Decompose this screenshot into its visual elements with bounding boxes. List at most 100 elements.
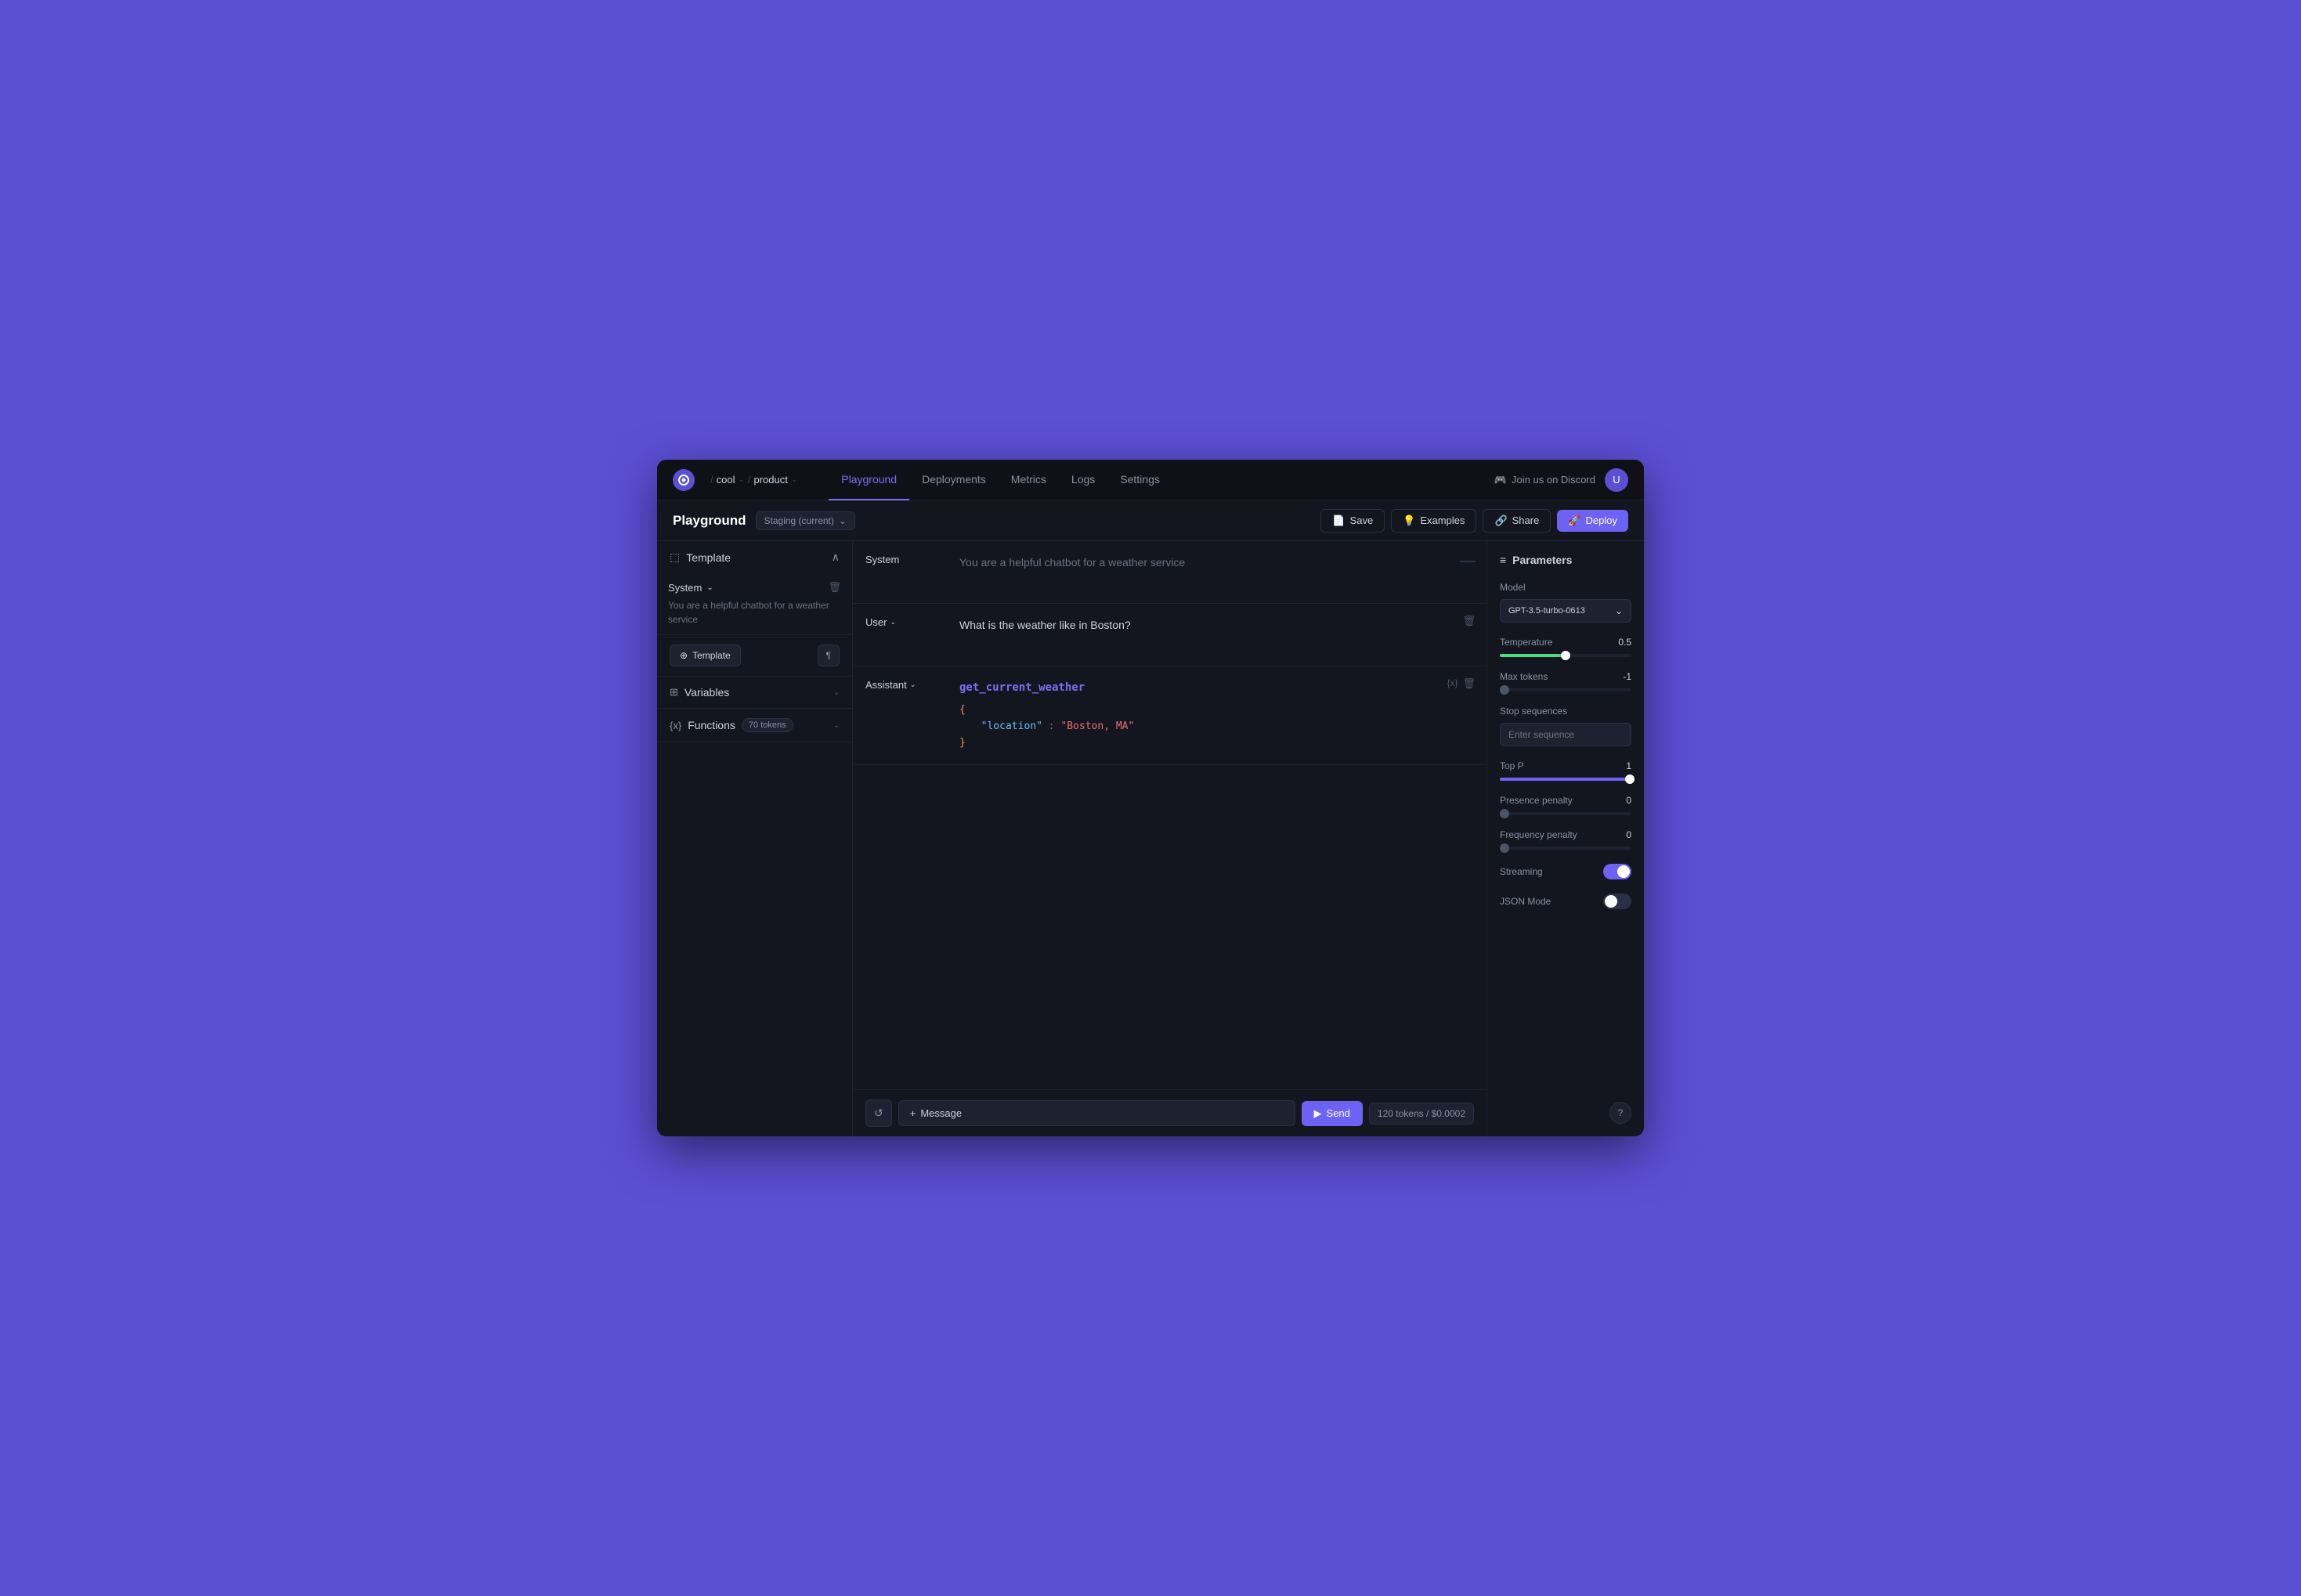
top-p-fill [1500,778,1631,781]
main-layout: ⬚ Template ∧ System ⌄ 🗑 You are a helpfu… [657,541,1644,1136]
chevron-up-icon: ∧ [832,551,840,564]
examples-button[interactable]: 💡 Examples [1391,509,1476,533]
token-counter: 120 tokens / $0.0002 [1369,1103,1474,1125]
delete-system-icon[interactable]: 🗑 [828,581,841,594]
delete-assistant-message-icon[interactable]: 🗑 [1462,677,1476,690]
breadcrumb-project[interactable]: product ⌄ [754,474,798,486]
send-button[interactable]: ▶ Send [1302,1101,1363,1126]
temperature-slider[interactable] [1500,654,1631,657]
json-mode-label: JSON Mode [1500,896,1551,907]
temperature-label: Temperature 0.5 [1500,637,1631,648]
function-name: get_current_weather [959,679,1085,696]
avatar[interactable]: U [1605,468,1628,492]
separator-icon: — [1460,552,1476,570]
send-icon: ▶ [1314,1107,1322,1120]
system-message-content[interactable]: You are a helpful chatbot for a weather … [947,541,1449,603]
tab-metrics[interactable]: Metrics [999,460,1059,500]
share-icon: 🔗 [1494,515,1507,527]
frequency-penalty-value: 0 [1626,829,1631,840]
stop-sequence-input[interactable] [1500,723,1631,746]
system-title: System ⌄ 🗑 [668,581,841,594]
json-mode-toggle-dot [1605,895,1617,908]
open-brace: { [959,704,966,716]
max-tokens-label: Max tokens -1 [1500,671,1631,682]
history-button[interactable]: ↺ [865,1100,892,1127]
variables-row[interactable]: ⊞ Variables ⌄ [657,677,852,709]
assistant-role: Assistant ⌄ [853,666,947,764]
template-section-header[interactable]: ⬚ Template ∧ [657,541,852,573]
max-tokens-thumb [1500,685,1509,695]
deploy-button[interactable]: 🚀 Deploy [1557,510,1628,532]
user-message-actions: 🗑 [1451,604,1486,666]
top-nav: / cool ⌄ / product ⌄ Playground Deployme… [657,460,1644,500]
system-label[interactable]: System ⌄ [668,582,713,594]
user-message-block: User ⌄ What is the weather like in Bosto… [853,604,1486,666]
tab-logs[interactable]: Logs [1059,460,1107,500]
assistant-role-label[interactable]: Assistant ⌄ [865,679,916,691]
tab-deployments[interactable]: Deployments [909,460,999,500]
streaming-toggle-dot [1617,865,1630,878]
model-param-group: Model GPT-3.5-turbo-0613 ⌄ [1500,582,1631,623]
system-role-label: System [865,554,899,565]
save-icon: 📄 [1332,515,1345,527]
paragraph-button[interactable]: ¶ [818,645,840,666]
stop-sequences-label: Stop sequences [1500,706,1631,717]
functions-row[interactable]: {x} Functions 70 tokens ⌄ [657,709,852,742]
streaming-param-group: Streaming [1500,864,1631,879]
sub-header: Playground Staging (current) ⌄ 📄 Save 💡 … [657,500,1644,541]
chevron-down-icon-2: ⌄ [791,475,797,484]
top-p-label: Top P 1 [1500,760,1631,771]
empty-chat-area[interactable] [853,765,1486,922]
model-select[interactable]: GPT-3.5-turbo-0613 ⌄ [1500,599,1631,623]
presence-penalty-slider[interactable] [1500,812,1631,815]
examples-icon: 💡 [1403,515,1415,527]
staging-dropdown[interactable]: Staging (current) ⌄ [756,511,855,530]
plus-circle-icon: ⊕ [680,650,688,661]
close-brace: } [959,737,966,749]
tab-settings[interactable]: Settings [1107,460,1172,500]
temperature-param-group: Temperature 0.5 [1500,637,1631,657]
app-logo[interactable] [673,469,695,491]
share-button[interactable]: 🔗 Share [1483,509,1551,533]
json-mode-toggle-row: JSON Mode [1500,894,1631,909]
help-button[interactable]: ? [1609,1102,1631,1124]
system-message-actions: — [1449,541,1486,603]
top-p-slider[interactable] [1500,778,1631,781]
system-block: System ⌄ 🗑 You are a helpful chatbot for… [657,573,852,634]
breadcrumb: / cool ⌄ / product ⌄ [710,474,797,486]
delete-user-message-icon[interactable]: 🗑 [1462,615,1476,627]
template-section: ⬚ Template ∧ System ⌄ 🗑 You are a helpfu… [657,541,852,635]
assistant-message-content[interactable]: get_current_weather { "location" : "Bost… [947,666,1436,764]
variable-icon[interactable]: {x} [1447,677,1458,688]
plus-icon: + [910,1107,916,1119]
save-button[interactable]: 📄 Save [1320,509,1385,533]
discord-button[interactable]: 🎮 Join us on Discord [1494,474,1595,486]
left-panel: ⬚ Template ∧ System ⌄ 🗑 You are a helpfu… [657,541,853,1136]
max-tokens-slider[interactable] [1500,688,1631,691]
user-role-label[interactable]: User ⌄ [865,616,896,628]
chevron-down-icon-7: ⌄ [890,618,896,626]
template-btn-area: ⊕ Template ¶ [657,635,852,677]
max-tokens-value: -1 [1623,671,1631,682]
system-message-block: System You are a helpful chatbot for a w… [853,541,1486,604]
streaming-toggle[interactable] [1603,864,1631,879]
presence-penalty-thumb [1500,809,1509,818]
chevron-down-icon-8: ⌄ [910,681,916,689]
chevron-down-icon-6: ⌄ [833,721,840,730]
variables-icon: ⊞ [670,686,678,699]
chevron-down-icon: ⌄ [738,475,744,484]
token-badge: 70 tokens [742,718,793,732]
json-mode-toggle[interactable] [1603,894,1631,909]
chevron-down-icon-4: ⌄ [706,583,713,592]
chevron-down-icon-3: ⌄ [839,515,847,526]
message-button[interactable]: + Message [898,1100,1295,1126]
temperature-fill [1500,654,1566,657]
add-template-button[interactable]: ⊕ Template [670,645,741,666]
breadcrumb-org[interactable]: cool ⌄ [717,474,745,486]
frequency-penalty-slider[interactable] [1500,847,1631,850]
functions-icon: {x} [670,720,681,731]
user-message-content[interactable]: What is the weather like in Boston? [947,604,1451,666]
nav-tabs: Playground Deployments Metrics Logs Sett… [829,460,1494,500]
nav-right: 🎮 Join us on Discord U [1494,468,1628,492]
tab-playground[interactable]: Playground [829,460,909,500]
